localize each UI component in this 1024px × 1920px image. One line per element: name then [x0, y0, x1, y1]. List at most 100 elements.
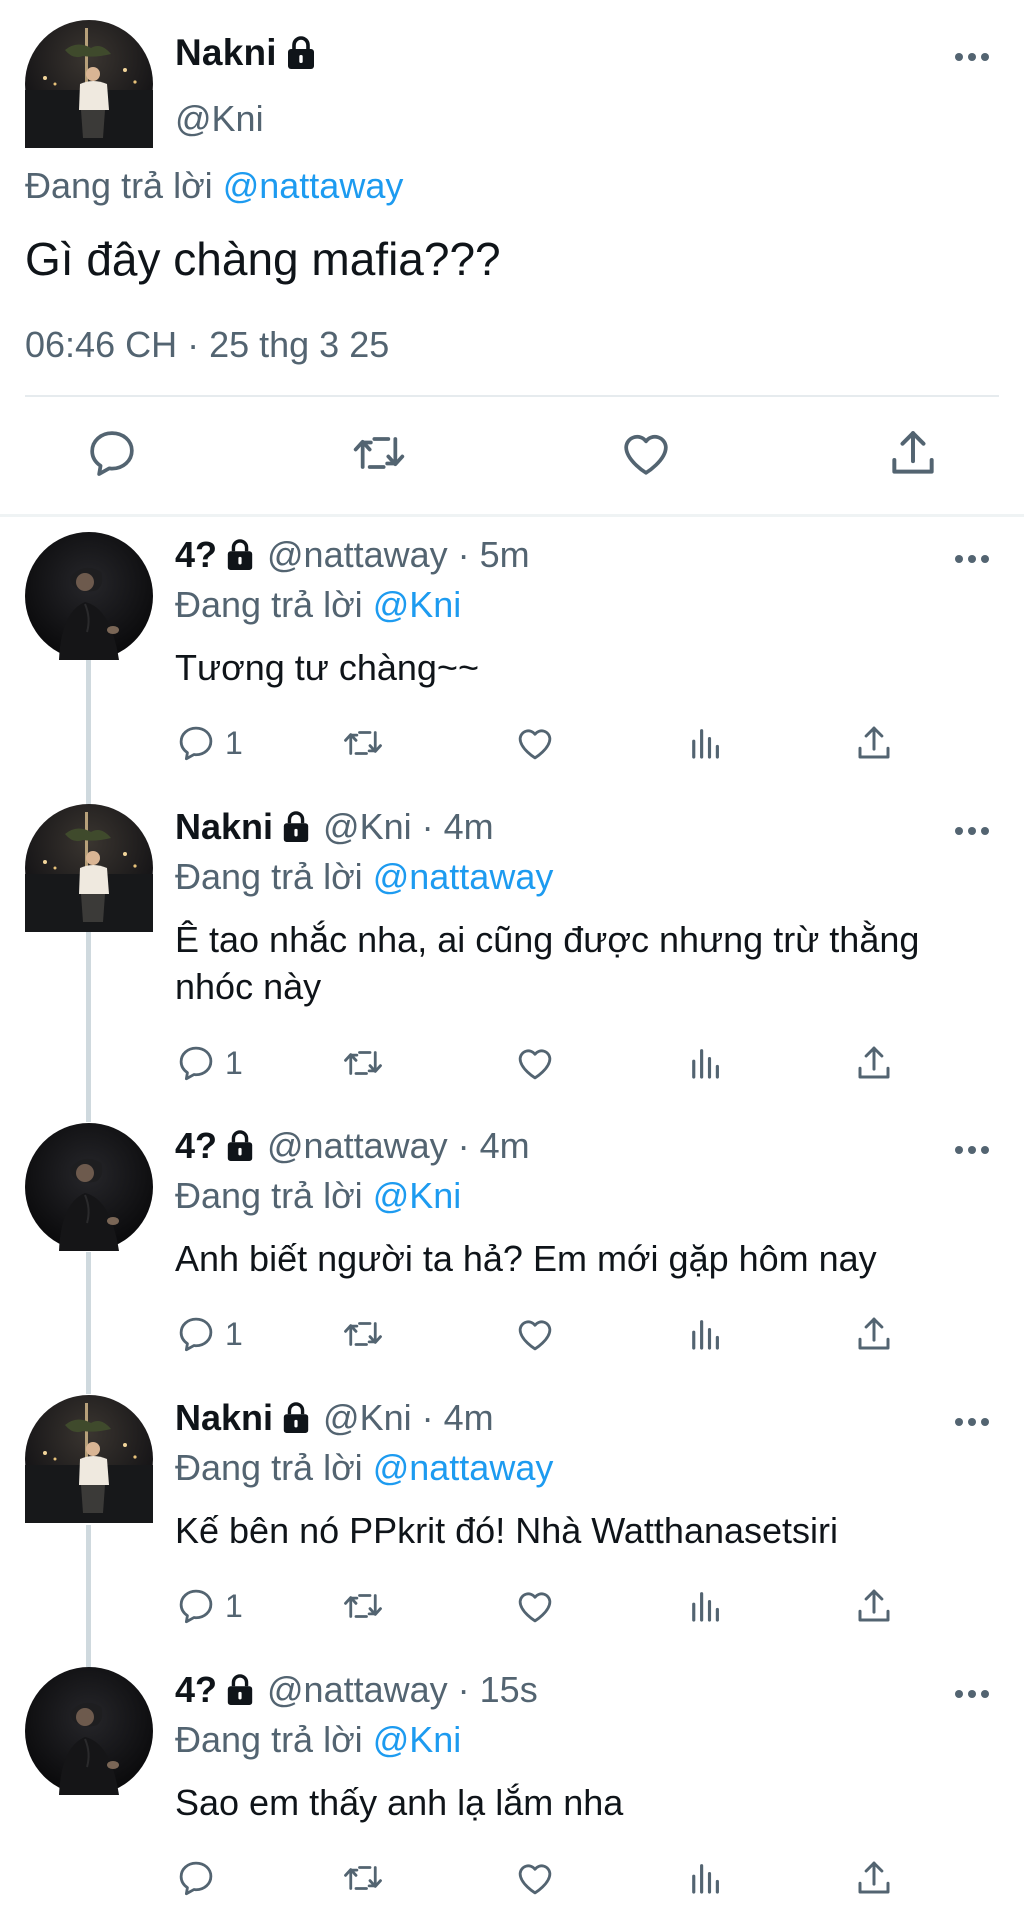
- like-icon: [514, 1042, 556, 1084]
- more-options-icon[interactable]: [952, 1687, 992, 1701]
- share-button[interactable]: [853, 720, 895, 766]
- retweet-icon: [342, 1042, 384, 1084]
- retweet-icon: [342, 1857, 384, 1899]
- tweet-age[interactable]: 5m: [480, 534, 530, 576]
- author-handle[interactable]: @nattaway: [267, 1125, 448, 1167]
- author-handle[interactable]: @Kni: [323, 806, 412, 848]
- views-button[interactable]: [685, 1040, 727, 1086]
- lock-icon: [285, 35, 317, 71]
- more-options-icon[interactable]: [952, 50, 992, 64]
- views-button[interactable]: [685, 1855, 727, 1901]
- like-button[interactable]: [514, 1583, 556, 1629]
- separator-dot: ·: [457, 534, 470, 575]
- tweet-age[interactable]: 4m: [444, 806, 494, 848]
- reply-button[interactable]: 1: [175, 1040, 243, 1086]
- tweet-text: Tương tư chàng~~: [175, 647, 479, 688]
- author-name[interactable]: 4?: [175, 534, 217, 576]
- like-button[interactable]: [514, 1040, 556, 1086]
- reply-button[interactable]: 1: [175, 1583, 243, 1629]
- tweet-actions: [0, 425, 1024, 485]
- replying-prefix: Đang trả lời: [175, 1447, 363, 1488]
- avatar[interactable]: [25, 1123, 153, 1251]
- reply-icon: [175, 1857, 217, 1899]
- retweet-button[interactable]: [342, 720, 384, 766]
- avatar[interactable]: [25, 532, 153, 660]
- replying-to-line: Đang trả lời @Kni: [175, 1719, 461, 1761]
- more-options-icon[interactable]: [952, 1415, 992, 1429]
- tweet-actions: 1: [0, 720, 1024, 770]
- like-button[interactable]: [514, 1311, 556, 1357]
- lock-icon: [281, 810, 311, 844]
- lock-icon: [281, 1401, 311, 1435]
- main-tweet: Nakni @Kni Đang trả lời @nattaway Gì đây…: [0, 0, 1024, 516]
- mention-link[interactable]: @Kni: [373, 584, 462, 625]
- tweet-text: Gì đây chàng mafia???: [25, 233, 501, 285]
- more-options-icon[interactable]: [952, 552, 992, 566]
- share-icon[interactable]: [885, 425, 941, 481]
- replying-to-line: Đang trả lời @nattaway: [175, 1447, 553, 1489]
- tweet-age[interactable]: 4m: [480, 1125, 530, 1167]
- author-name[interactable]: Nakni: [175, 32, 277, 74]
- avatar[interactable]: [25, 1395, 153, 1523]
- like-icon: [514, 1585, 556, 1627]
- author-name[interactable]: 4?: [175, 1669, 217, 1711]
- retweet-icon[interactable]: [351, 425, 407, 481]
- avatar[interactable]: [25, 20, 153, 148]
- replying-to-line: Đang trả lời @Kni: [175, 584, 461, 626]
- stats-icon: [685, 1857, 727, 1899]
- author-name[interactable]: Nakni: [175, 1397, 273, 1439]
- views-button[interactable]: [685, 720, 727, 766]
- share-button[interactable]: [853, 1583, 895, 1629]
- views-button[interactable]: [685, 1311, 727, 1357]
- author-name[interactable]: 4?: [175, 1125, 217, 1167]
- mention-link[interactable]: @Kni: [373, 1719, 462, 1760]
- reply-icon[interactable]: [84, 425, 140, 481]
- retweet-button[interactable]: [342, 1040, 384, 1086]
- like-button[interactable]: [514, 1855, 556, 1901]
- tweet-text: Sao em thấy anh lạ lắm nha: [175, 1782, 624, 1823]
- author-handle[interactable]: @Kni: [175, 98, 264, 140]
- author-handle[interactable]: @Kni: [323, 1397, 412, 1439]
- stats-icon: [685, 1585, 727, 1627]
- share-button[interactable]: [853, 1040, 895, 1086]
- like-icon: [514, 722, 556, 764]
- mention-link[interactable]: @nattaway: [373, 856, 554, 897]
- avatar[interactable]: [25, 804, 153, 932]
- views-button[interactable]: [685, 1583, 727, 1629]
- author-handle[interactable]: @nattaway: [267, 1669, 448, 1711]
- share-icon: [853, 722, 895, 764]
- mention-link[interactable]: @nattaway: [223, 165, 404, 206]
- more-options-icon[interactable]: [952, 1143, 992, 1157]
- reply-icon: [175, 722, 217, 764]
- mention-link[interactable]: @Kni: [373, 1175, 462, 1216]
- author-line: 4? @nattaway · 4m: [175, 1125, 530, 1167]
- share-button[interactable]: [853, 1311, 895, 1357]
- author-line: 4? @nattaway · 15s: [175, 1669, 538, 1711]
- reply-button[interactable]: 1: [175, 1311, 243, 1357]
- retweet-button[interactable]: [342, 1855, 384, 1901]
- reply-button[interactable]: [175, 1855, 225, 1901]
- reply-icon: [175, 1585, 217, 1627]
- reply-count: 1: [225, 1044, 243, 1081]
- retweet-button[interactable]: [342, 1583, 384, 1629]
- more-options-icon[interactable]: [952, 824, 992, 838]
- author-handle[interactable]: @nattaway: [267, 534, 448, 576]
- tweet-timestamp[interactable]: 06:46 CH · 25 thg 3 25: [25, 324, 389, 366]
- like-button[interactable]: [514, 720, 556, 766]
- author-name[interactable]: Nakni: [175, 806, 273, 848]
- author-line: Nakni @Kni · 4m: [175, 806, 494, 848]
- tweet-age[interactable]: 15s: [480, 1669, 538, 1711]
- retweet-button[interactable]: [342, 1311, 384, 1357]
- separator-dot: ·: [421, 806, 434, 847]
- reply-count: 1: [225, 724, 243, 761]
- author-line: Nakni: [175, 32, 317, 74]
- avatar[interactable]: [25, 1667, 153, 1795]
- like-icon[interactable]: [618, 425, 674, 481]
- reply-count: 1: [225, 1315, 243, 1352]
- tweet-text: Anh biết người ta hả? Em mới gặp hôm nay: [175, 1238, 877, 1279]
- mention-link[interactable]: @nattaway: [373, 1447, 554, 1488]
- share-button[interactable]: [853, 1855, 895, 1901]
- reply-button[interactable]: 1: [175, 720, 243, 766]
- share-icon: [853, 1585, 895, 1627]
- tweet-age[interactable]: 4m: [444, 1397, 494, 1439]
